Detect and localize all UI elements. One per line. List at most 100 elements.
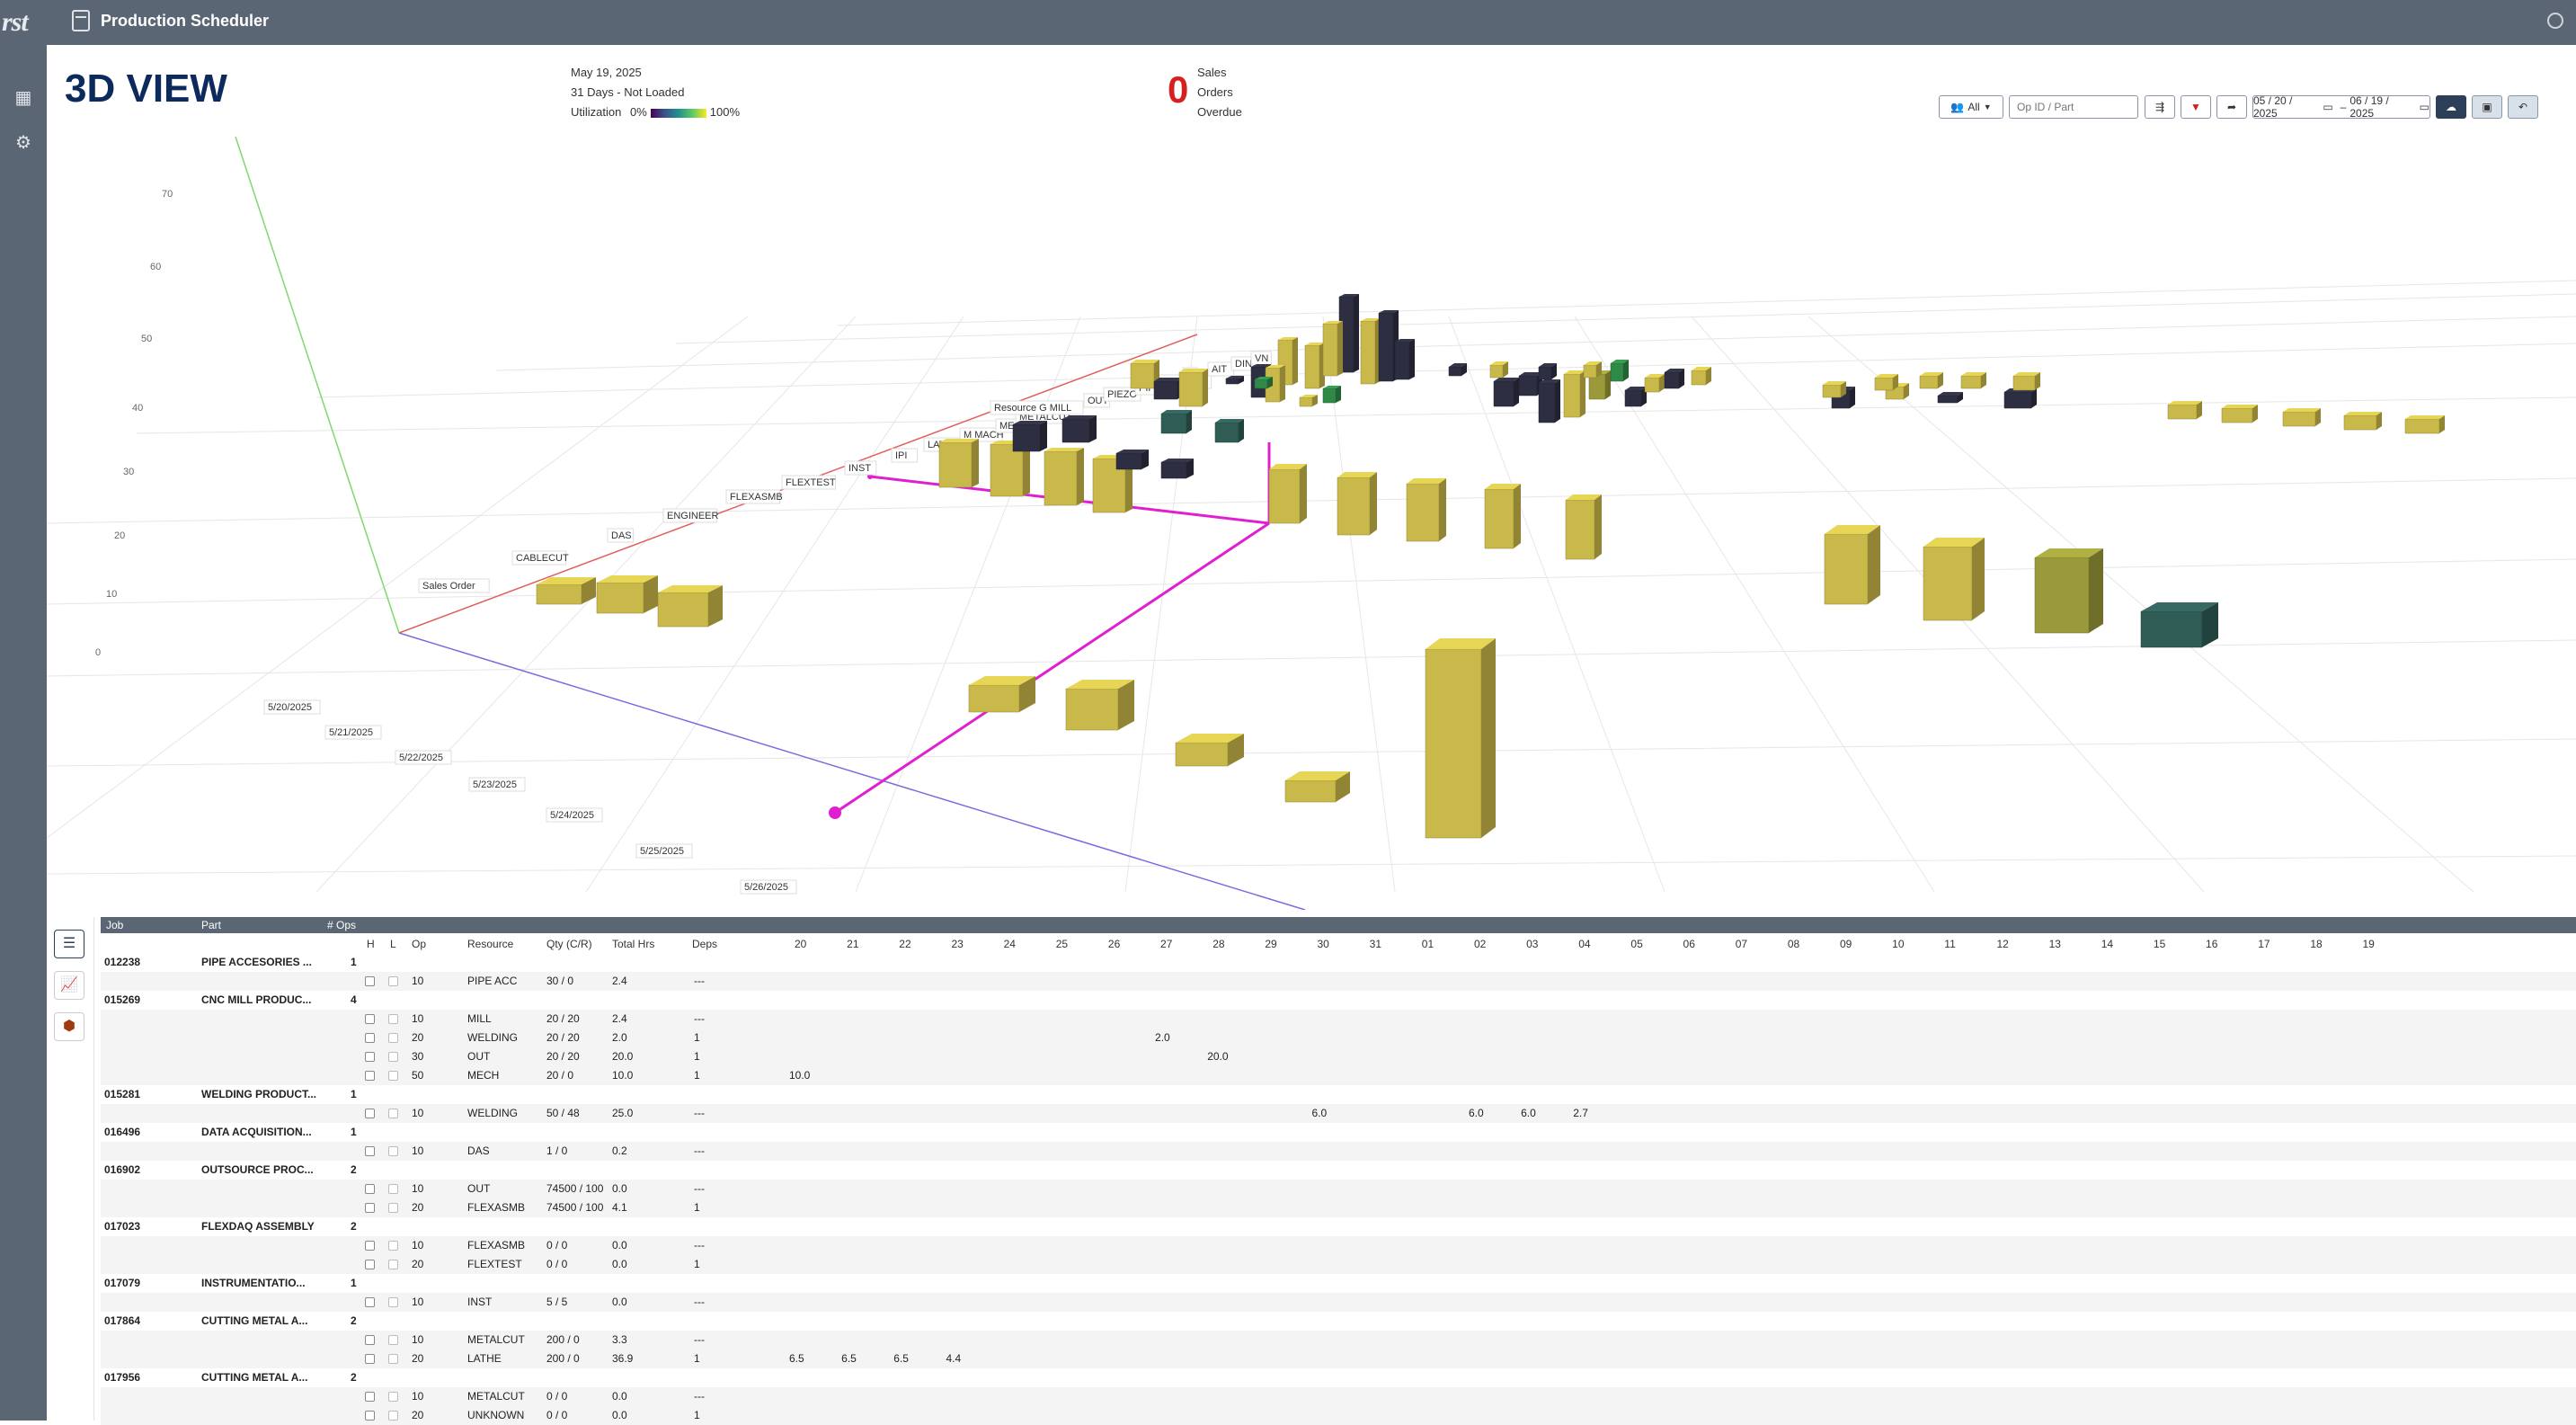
schedule-bar[interactable]: [1394, 339, 1415, 380]
operation-row[interactable]: 10 MILL 20 / 20 2.4 ---: [101, 1010, 2576, 1029]
operation-row[interactable]: 10 INST 5 / 5 0.0 ---: [101, 1293, 2576, 1312]
hold-checkbox[interactable]: [365, 1392, 375, 1402]
lock-checkbox[interactable]: [388, 1184, 398, 1194]
schedule-bar[interactable]: [2034, 548, 2103, 634]
lock-checkbox[interactable]: [388, 1297, 398, 1307]
schedule-bar[interactable]: [1937, 392, 1963, 404]
job-row[interactable]: 015281 WELDING PRODUCT... 1: [101, 1085, 2576, 1104]
schedule-bar[interactable]: [2221, 405, 2258, 423]
schedule-bar[interactable]: [1284, 771, 1350, 803]
schedule-bar[interactable]: [1425, 638, 1496, 839]
operation-row[interactable]: 10 METALCUT 200 / 0 3.3 ---: [101, 1331, 2576, 1349]
day-hours-cell[interactable]: 2.7: [1573, 1107, 1588, 1119]
schedule-bar[interactable]: [1822, 381, 1846, 398]
bars[interactable]: [536, 294, 2445, 839]
job-row[interactable]: 012238 PIPE ACCESORIES ... 1: [101, 953, 2576, 972]
schedule-bar[interactable]: [1538, 363, 1557, 380]
hold-checkbox[interactable]: [365, 1033, 375, 1043]
schedule-bar[interactable]: [1175, 734, 1244, 767]
schedule-bar[interactable]: [1337, 472, 1377, 536]
schedule-bar[interactable]: [1874, 374, 1898, 391]
operation-row[interactable]: 20 FLEXASMB 74500 / 100 4.1 1: [101, 1198, 2576, 1217]
hold-checkbox[interactable]: [365, 1354, 375, 1364]
3d-scene[interactable]: 70 60 50 40 30 20 10 0 Sales Order CABLECUT DAS EN…: [47, 137, 2576, 910]
user-icon[interactable]: [2547, 13, 2563, 29]
schedule-bar[interactable]: [1160, 459, 1194, 479]
lock-checkbox[interactable]: [388, 1354, 398, 1364]
day-hours-cell[interactable]: 2.0: [1155, 1031, 1170, 1044]
lock-checkbox[interactable]: [388, 1109, 398, 1118]
day-hours-cell[interactable]: 10.0: [789, 1069, 810, 1082]
part-column-header[interactable]: Part: [201, 919, 221, 931]
lock-checkbox[interactable]: [388, 1260, 398, 1269]
hold-checkbox[interactable]: [365, 1260, 375, 1269]
schedule-bar[interactable]: [1644, 374, 1665, 393]
operation-row[interactable]: 20 LATHE 200 / 0 36.9 1 6.5 6.5 6.5 4.4: [101, 1349, 2576, 1368]
operation-row[interactable]: 10 FLEXASMB 0 / 0 0.0 ---: [101, 1236, 2576, 1255]
date-to[interactable]: 06 / 19 / 2025: [2349, 94, 2415, 120]
sidebar-tools-icon[interactable]: ⚙: [11, 130, 36, 156]
hold-checkbox[interactable]: [365, 1335, 375, 1345]
date-from[interactable]: 05 / 20 / 2025: [2253, 94, 2319, 120]
schedule-bar[interactable]: [1160, 410, 1192, 434]
operation-row[interactable]: 10 WELDING 50 / 48 25.0 --- 6.0 6.0 6.0 2.7: [101, 1104, 2576, 1123]
schedule-bar[interactable]: [938, 439, 979, 488]
hold-checkbox[interactable]: [365, 1411, 375, 1421]
hold-checkbox[interactable]: [365, 1203, 375, 1213]
schedule-bar[interactable]: [2167, 401, 2202, 420]
3d-view-button[interactable]: ⬢: [54, 1012, 84, 1041]
job-row[interactable]: 017956 CUTTING METAL A... 2: [101, 1368, 2576, 1387]
schedule-bar[interactable]: [968, 676, 1035, 713]
hold-checkbox[interactable]: [365, 1109, 375, 1118]
schedule-bar[interactable]: [1061, 415, 1097, 443]
schedule-bar[interactable]: [1012, 421, 1047, 452]
schedule-bar[interactable]: [1406, 478, 1446, 542]
filter-button[interactable]: ▼: [2181, 95, 2211, 119]
schedule-bar[interactable]: [1044, 448, 1084, 506]
hold-checkbox[interactable]: [365, 1297, 375, 1307]
schedule-bar[interactable]: [1225, 376, 1244, 385]
sidebar-scheduler-icon[interactable]: ▦: [11, 85, 36, 111]
schedule-bar[interactable]: [2343, 412, 2382, 431]
hold-checkbox[interactable]: [365, 1052, 375, 1062]
hold-checkbox[interactable]: [365, 1071, 375, 1081]
lock-checkbox[interactable]: [388, 1071, 398, 1081]
lock-checkbox[interactable]: [388, 1392, 398, 1402]
lock-checkbox[interactable]: [388, 1146, 398, 1156]
hold-checkbox[interactable]: [365, 1014, 375, 1024]
schedule-bar[interactable]: [1923, 538, 1985, 621]
schedule-bar[interactable]: [1610, 360, 1629, 382]
schedule-bar[interactable]: [1214, 419, 1244, 443]
day-hours-cell[interactable]: 20.0: [1207, 1050, 1228, 1063]
lock-checkbox[interactable]: [388, 1033, 398, 1043]
schedule-bar[interactable]: [1115, 450, 1149, 470]
schedule-bar[interactable]: [1268, 464, 1307, 524]
schedule-bar[interactable]: [1254, 377, 1273, 389]
undo-button[interactable]: ↶: [2508, 95, 2538, 119]
schedule-bar[interactable]: [1299, 395, 1318, 407]
schedule-bar[interactable]: [2012, 372, 2040, 391]
schedule-bar[interactable]: [657, 585, 723, 628]
schedule-bar[interactable]: [1484, 484, 1521, 549]
schedule-bar[interactable]: [1919, 372, 1943, 389]
operation-row[interactable]: 50 MECH 20 / 0 10.0 1 10.0: [101, 1066, 2576, 1085]
lock-checkbox[interactable]: [388, 1335, 398, 1345]
schedule-bar[interactable]: [2003, 388, 2037, 409]
hold-checkbox[interactable]: [365, 1146, 375, 1156]
operation-row[interactable]: 30 OUT 20 / 20 20.0 1 20.0: [101, 1047, 2576, 1066]
schedule-bar[interactable]: [1360, 318, 1381, 385]
cloud-load-button[interactable]: ☁: [2436, 95, 2466, 119]
schedule-bar[interactable]: [1960, 372, 1986, 389]
lock-checkbox[interactable]: [388, 1411, 398, 1421]
day-hours-cell[interactable]: 6.0: [1312, 1107, 1328, 1119]
job-column-header[interactable]: Job: [106, 919, 123, 931]
schedule-bar[interactable]: [1153, 378, 1183, 400]
chart-view-button[interactable]: 📈: [54, 971, 84, 1000]
schedule-bar[interactable]: [1493, 378, 1519, 407]
schedule-bar[interactable]: [596, 575, 658, 614]
operation-row[interactable]: 10 PIPE ACC 30 / 0 2.4 ---: [101, 972, 2576, 991]
job-row[interactable]: 015269 CNC MILL PRODUC... 4: [101, 991, 2576, 1010]
schedule-bar[interactable]: [2140, 602, 2218, 648]
job-row[interactable]: 017079 INSTRUMENTATIO... 1: [101, 1274, 2576, 1293]
save-button[interactable]: ▣: [2472, 95, 2502, 119]
